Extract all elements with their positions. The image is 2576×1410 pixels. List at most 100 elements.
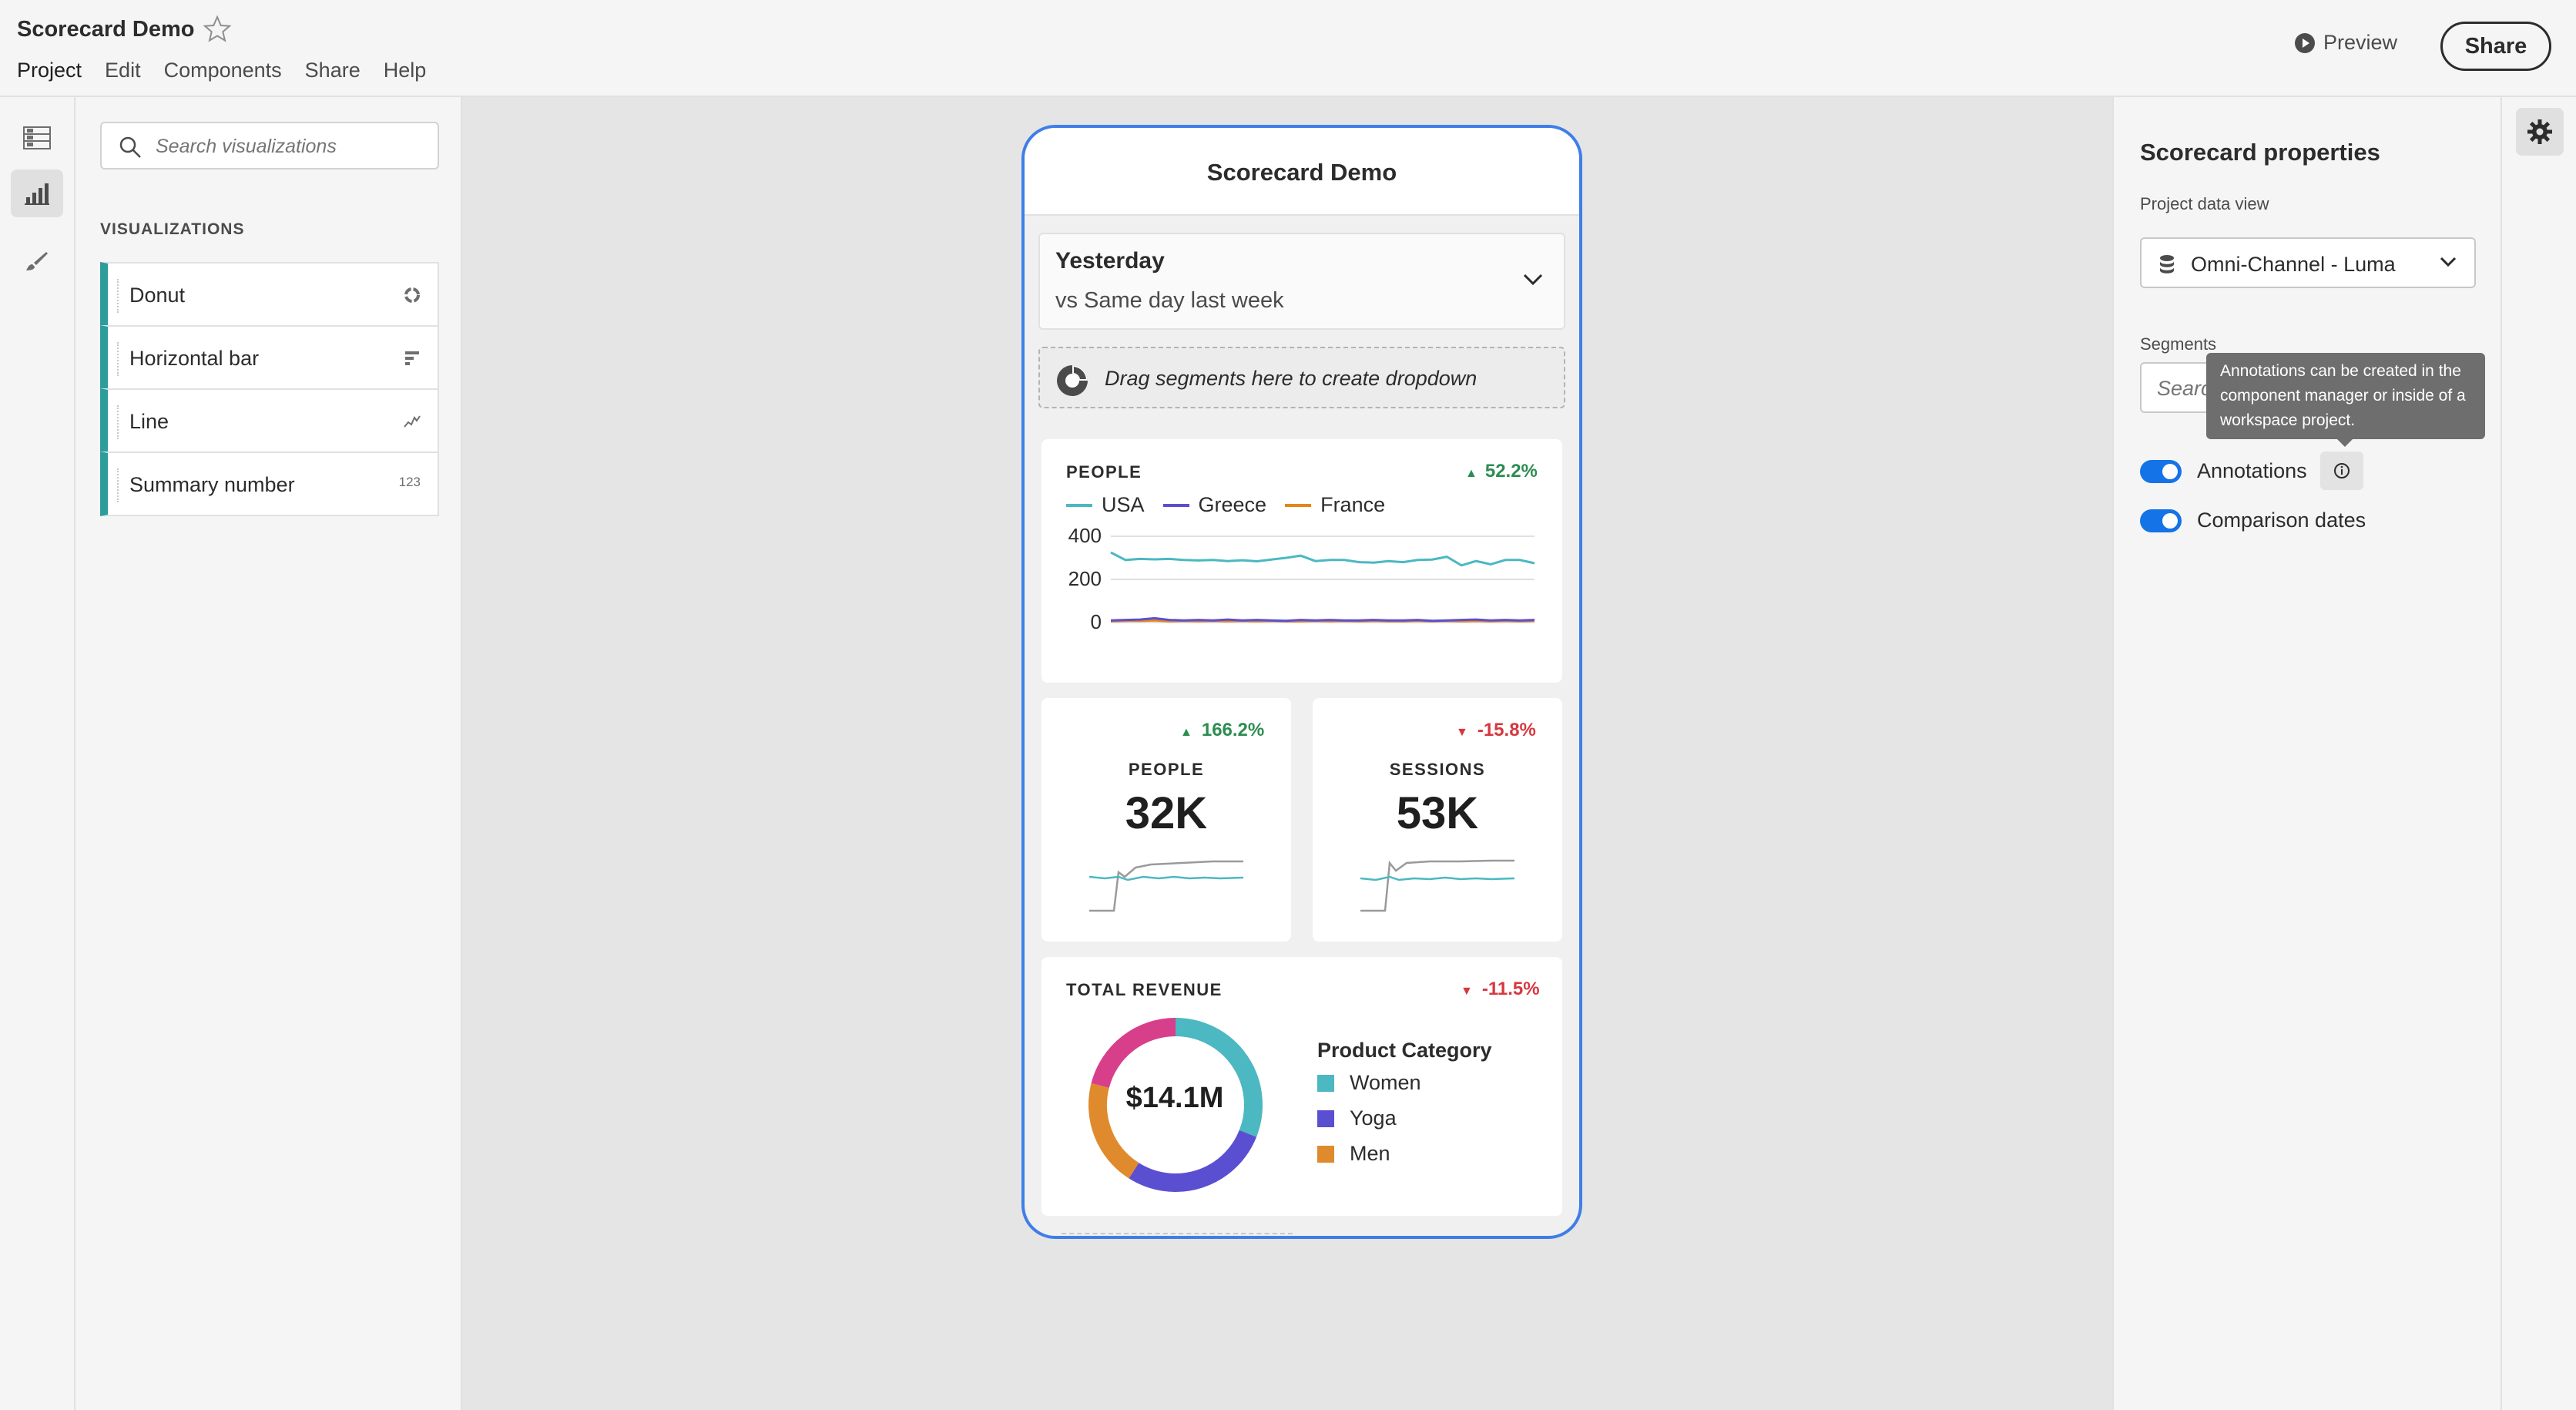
right-rail — [2502, 97, 2576, 1410]
viz-item-label: Horizontal bar — [129, 347, 260, 370]
bar-chart-icon — [25, 183, 49, 205]
data-view-select[interactable]: Omni-Channel - Luma — [2140, 237, 2476, 288]
date-primary: Yesterday — [1055, 248, 1165, 274]
annotations-label: Annotations — [2197, 459, 2307, 482]
people-summary-label: PEOPLE — [1128, 760, 1205, 779]
comparison-dates-toggle-row: Comparison dates — [2140, 509, 2366, 532]
annotations-toggle-row: Annotations — [2140, 459, 2307, 483]
annotations-info-button[interactable] — [2320, 452, 2363, 490]
segment-drop-text: Drag segments here to create dropdown — [1105, 367, 1478, 390]
viz-heading: VISUALIZATIONS — [100, 220, 245, 238]
line-legend: USA Greece France — [1066, 493, 1404, 517]
drag-handle — [117, 468, 119, 502]
menu-edit[interactable]: Edit — [105, 59, 141, 82]
rail-visualizations-button[interactable] — [11, 170, 63, 217]
star-icon[interactable] — [202, 14, 233, 45]
sessions-summary-change: ▼ -15.8% — [1456, 720, 1536, 740]
viz-item-label: Donut — [129, 284, 186, 307]
comparison-dates-label: Comparison dates — [2197, 509, 2366, 532]
search-icon — [119, 136, 141, 158]
rail-brush-button[interactable] — [11, 237, 63, 285]
viz-item-summary-number[interactable]: Summary number 123 — [100, 452, 439, 516]
legend-entry-france: France — [1285, 493, 1385, 517]
donut-legend-yoga: Yoga — [1317, 1106, 1397, 1130]
database-icon — [2160, 255, 2174, 274]
people-sparkline — [1088, 860, 1244, 912]
panels-icon — [23, 126, 51, 149]
viz-search-box — [100, 122, 439, 170]
series-line-greece — [1110, 616, 1535, 623]
date-range-selector[interactable]: Yesterday vs Same day last week — [1038, 233, 1565, 330]
annotations-switch[interactable] — [2140, 459, 2182, 483]
sessions-sparkline — [1360, 859, 1515, 912]
line-icon — [404, 415, 421, 428]
drag-handle — [117, 279, 119, 313]
drag-handle — [117, 405, 119, 439]
chevron-down-icon — [1523, 274, 1543, 286]
preview-button[interactable]: Preview — [2294, 31, 2397, 55]
comparison-dates-switch[interactable] — [2140, 509, 2182, 532]
properties-toggle-button[interactable] — [2516, 108, 2564, 156]
y-tick-label: 400 — [1068, 525, 1102, 547]
date-compare: vs Same day last week — [1055, 288, 1284, 313]
donut-legend-title: Product Category — [1317, 1039, 1492, 1062]
preview-label: Preview — [2323, 31, 2398, 54]
annotations-tooltip: Annotations can be created in the compon… — [2206, 353, 2485, 447]
donut-slice-other — [1091, 1018, 1176, 1089]
series-line-usa — [1110, 551, 1535, 567]
menu-share[interactable]: Share — [305, 59, 361, 82]
menu-help[interactable]: Help — [384, 59, 427, 82]
play-icon — [2295, 32, 2315, 53]
donut-slice-yoga — [1129, 1130, 1257, 1192]
app-header: Scorecard Demo Project Edit Components S… — [0, 0, 2576, 97]
props-title: Scorecard properties — [2140, 139, 2380, 166]
people-summary-card[interactable]: ▲ 166.2% PEOPLE 32K — [1041, 698, 1291, 942]
share-button[interactable]: Share — [2440, 22, 2551, 71]
people-line-change: ▲ 52.2% — [1465, 461, 1538, 482]
sessions-summary-value: 53K — [1396, 788, 1479, 838]
brush-icon — [26, 252, 48, 270]
card-label: TOTAL REVENUE — [1066, 980, 1223, 999]
main-menu: Project Edit Components Share Help — [17, 59, 449, 82]
data-view-value: Omni-Channel - Luma — [2191, 253, 2396, 276]
legend-entry-greece: Greece — [1162, 493, 1266, 517]
tooltip-text: Annotations can be created in the compon… — [2220, 362, 2466, 429]
menu-components[interactable]: Components — [164, 59, 282, 82]
drag-handle — [117, 342, 119, 376]
viz-search-input[interactable] — [156, 131, 425, 162]
gear-icon — [2527, 119, 2552, 144]
rail-panels-button[interactable] — [11, 114, 63, 162]
sessions-summary-card[interactable]: ▼ -15.8% SESSIONS 53K — [1313, 698, 1562, 942]
people-summary-value: 32K — [1125, 788, 1208, 838]
project-title[interactable]: Scorecard Demo — [17, 17, 195, 42]
scorecard-header: Scorecard Demo — [1025, 128, 1579, 216]
viz-item-label: Line — [129, 410, 169, 433]
donut-legend-women: Women — [1317, 1071, 1421, 1095]
viz-item-donut[interactable]: Donut — [100, 262, 439, 327]
viz-item-line[interactable]: Line — [100, 388, 439, 453]
donut-center-value: $14.1M — [1125, 1082, 1224, 1114]
viz-item-horizontal-bar[interactable]: Horizontal bar — [100, 325, 439, 390]
sessions-summary-label: SESSIONS — [1389, 760, 1486, 779]
viz-list: Donut Horizontal bar Line Summary number — [100, 262, 439, 516]
revenue-donut-card[interactable]: TOTAL REVENUE ▼ -11.5% $14.1M Product Cat… — [1041, 957, 1562, 1216]
y-tick-label: 200 — [1068, 567, 1102, 590]
revenue-change: ▼ -11.5% — [1461, 979, 1540, 999]
menu-project[interactable]: Project — [17, 59, 82, 82]
horizontal-bar-icon — [405, 351, 419, 365]
scorecard-phone-frame[interactable]: Scorecard Demo Yesterday vs Same day las… — [1021, 125, 1582, 1239]
canvas: Scorecard Demo Yesterday vs Same day las… — [462, 97, 2112, 1410]
viz-item-label: Summary number — [129, 473, 295, 496]
segment-drop-zone[interactable]: Drag segments here to create dropdown — [1038, 347, 1565, 408]
drop-zone-indicator — [1062, 1233, 1293, 1234]
people-summary-change: ▲ 166.2% — [1180, 720, 1265, 740]
donut-icon — [404, 287, 420, 303]
legend-entry-usa: USA — [1066, 493, 1145, 517]
people-line-card[interactable]: PEOPLE ▲ 52.2% USA Greece France 400 200 0 — [1041, 439, 1562, 683]
summary-number-icon: 123 — [398, 475, 421, 489]
donut-slice-women — [1175, 1018, 1263, 1137]
left-rail — [0, 97, 75, 1410]
info-icon — [2334, 463, 2350, 478]
card-label: PEOPLE — [1066, 462, 1142, 482]
segments-label: Segments — [2140, 334, 2217, 354]
